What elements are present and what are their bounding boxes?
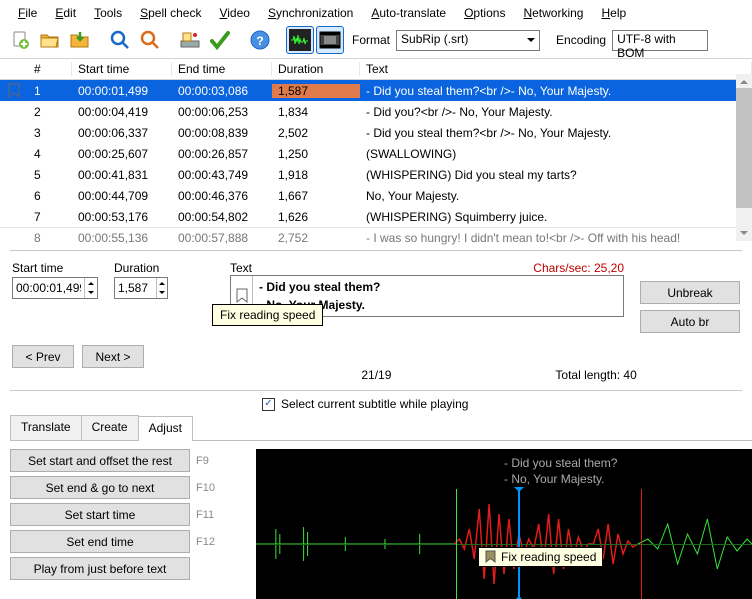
tab-adjust[interactable]: Adjust: [138, 416, 193, 441]
menu-help[interactable]: Help: [593, 4, 634, 22]
encoding-label: Encoding: [556, 33, 606, 47]
shortcut-label: F12: [196, 536, 215, 548]
table-row[interactable]: 800:00:55,13600:00:57,8882,752- I was so…: [0, 227, 752, 248]
col-number[interactable]: #: [28, 62, 72, 76]
tab-translate[interactable]: Translate: [10, 415, 82, 440]
waveform-toggle[interactable]: [286, 26, 314, 54]
settings-icon: [179, 29, 201, 51]
menu-video[interactable]: Video: [211, 4, 257, 22]
video-icon: [319, 29, 341, 51]
table-row[interactable]: 500:00:41,83100:00:43,7491,918(WHISPERIN…: [0, 164, 752, 185]
settings-button[interactable]: [176, 26, 204, 54]
menu-autotranslate[interactable]: Auto-translate: [363, 4, 454, 22]
unbreak-button[interactable]: Unbreak: [640, 281, 740, 304]
replace-button[interactable]: [136, 26, 164, 54]
find-icon: [109, 29, 131, 51]
select-while-playing-label: Select current subtitle while playing: [281, 397, 468, 411]
waveform-area[interactable]: - Did you steal them?- No, Your Majesty.: [256, 449, 752, 599]
col-duration[interactable]: Duration: [272, 62, 360, 76]
prev-button[interactable]: < Prev: [12, 345, 74, 368]
adjust-panel: Set start and offset the rest F9 Set end &…: [10, 449, 240, 599]
spin-up-icon[interactable]: [157, 278, 168, 288]
format-select[interactable]: SubRip (.srt): [396, 30, 540, 51]
tabs: Translate Create Adjust: [10, 415, 193, 440]
playback-cursor[interactable]: [518, 489, 520, 599]
spin-up-icon[interactable]: [85, 278, 97, 288]
menu-spellcheck[interactable]: Spell check: [132, 4, 209, 22]
save-button[interactable]: [66, 26, 94, 54]
shortcut-label: F11: [196, 509, 214, 521]
select-while-playing-checkbox[interactable]: [262, 398, 275, 411]
single-line-length: h: 21/19: [348, 368, 391, 382]
col-end[interactable]: End time: [172, 62, 272, 76]
start-time-input[interactable]: [12, 277, 98, 299]
new-file-button[interactable]: [6, 26, 34, 54]
chars-per-sec: Chars/sec: 25,20: [533, 261, 624, 275]
svg-text:?: ?: [256, 34, 263, 48]
duration-label: Duration: [114, 261, 168, 275]
grid-scrollbar[interactable]: [736, 74, 752, 241]
bookmark-icon: [236, 288, 248, 304]
menu-options[interactable]: Options: [456, 4, 513, 22]
spin-down-icon[interactable]: [85, 288, 97, 298]
adjust-button[interactable]: Set start and offset the rest: [10, 449, 190, 472]
help-icon: ?: [249, 29, 271, 51]
shortcut-label: F9: [196, 455, 209, 467]
adjust-button[interactable]: Play from just before text: [10, 557, 190, 580]
table-row[interactable]: 700:00:53,17600:00:54,8021,626(WHISPERIN…: [0, 206, 752, 227]
tooltip: Fix reading speed: [212, 304, 323, 326]
find-button[interactable]: [106, 26, 134, 54]
menu-tools[interactable]: Tools: [86, 4, 130, 22]
encoding-input[interactable]: UTF-8 with BOM: [612, 30, 708, 51]
video-toggle[interactable]: [316, 26, 344, 54]
tab-create[interactable]: Create: [81, 415, 139, 440]
save-icon: [69, 29, 91, 51]
text-label: Text: [230, 261, 252, 275]
wave-tooltip: Fix reading speed: [478, 547, 603, 567]
editor-panel: Start time Duration Text Chars/sec: 25,2…: [0, 251, 752, 337]
shortcut-label: F10: [196, 482, 215, 494]
menu-edit[interactable]: Edit: [47, 4, 84, 22]
next-button[interactable]: Next >: [82, 345, 144, 368]
menu-file[interactable]: File: [10, 4, 45, 22]
spellcheck-icon: [209, 29, 231, 51]
subtitle-grid: # Start time End time Duration Text 100:…: [0, 58, 752, 248]
duration-input[interactable]: [114, 277, 168, 299]
bookmark-icon: [8, 83, 20, 99]
spellcheck-button[interactable]: [206, 26, 234, 54]
toolbar: ? Format SubRip (.srt) Encoding UTF-8 wi…: [0, 24, 752, 58]
autobr-button[interactable]: Auto br: [640, 310, 740, 333]
col-text[interactable]: Text: [360, 62, 752, 76]
start-time-label: Start time: [12, 261, 98, 275]
menu-sync[interactable]: Synchronization: [260, 4, 361, 22]
open-button[interactable]: [36, 26, 64, 54]
table-row[interactable]: 200:00:04,41900:00:06,2531,834- Did you?…: [0, 101, 752, 122]
menu-networking[interactable]: Networking: [515, 4, 591, 22]
new-file-icon: [9, 29, 31, 51]
col-start[interactable]: Start time: [72, 62, 172, 76]
wave-subtitle-overlay: - Did you steal them?- No, Your Majesty.: [504, 455, 617, 487]
total-length: Total length: 40: [555, 368, 636, 382]
waveform-icon: [289, 29, 311, 51]
adjust-button[interactable]: Set end time: [10, 530, 190, 553]
table-row[interactable]: 400:00:25,60700:00:26,8571,250(SWALLOWIN…: [0, 143, 752, 164]
table-row[interactable]: 300:00:06,33700:00:08,8392,502- Did you …: [0, 122, 752, 143]
replace-icon: [139, 29, 161, 51]
grid-header: # Start time End time Duration Text: [0, 59, 752, 80]
adjust-button[interactable]: Set start time: [10, 503, 190, 526]
help-button[interactable]: ?: [246, 26, 274, 54]
open-folder-icon: [39, 29, 61, 51]
format-label: Format: [352, 33, 390, 47]
adjust-button[interactable]: Set end & go to next: [10, 476, 190, 499]
table-row[interactable]: 600:00:44,70900:00:46,3761,667No, Your M…: [0, 185, 752, 206]
menubar: File Edit Tools Spell check Video Synchr…: [0, 0, 752, 24]
bookmark-icon: [485, 550, 497, 564]
table-row[interactable]: 100:00:01,49900:00:03,0861,587- Did you …: [0, 80, 752, 101]
spin-down-icon[interactable]: [157, 288, 168, 298]
